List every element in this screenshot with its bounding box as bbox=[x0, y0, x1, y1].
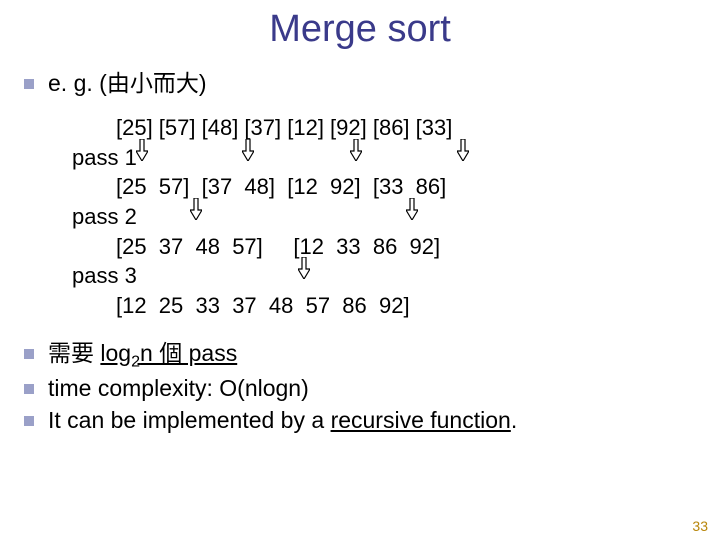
recursive-post: . bbox=[511, 407, 517, 433]
pass-3-label: pass 3 bbox=[72, 261, 702, 291]
slide-body: e. g. (由小而大) [25] [57] [48] [37] [12] [9… bbox=[0, 51, 720, 436]
square-bullet-icon bbox=[24, 349, 34, 359]
need-log: log bbox=[100, 340, 131, 366]
down-arrow-icon bbox=[298, 257, 310, 279]
bullet-complexity: time complexity: O(nlogn) bbox=[24, 374, 702, 404]
square-bullet-icon bbox=[24, 416, 34, 426]
bullet-complexity-text: time complexity: O(nlogn) bbox=[48, 374, 309, 404]
down-arrow-icon bbox=[457, 139, 469, 161]
example-line-0: [25] [57] [48] [37] [12] [92] [86] [33] bbox=[116, 113, 702, 143]
square-bullet-icon bbox=[24, 384, 34, 394]
need-underlined: log2n 個 pass bbox=[100, 340, 237, 366]
eg-suffix: ) bbox=[199, 70, 207, 96]
bullet-eg: e. g. (由小而大) bbox=[24, 69, 702, 99]
bottom-bullets: 需要 log2n 個 pass time complexity: O(nlogn… bbox=[24, 339, 702, 436]
square-bullet-icon bbox=[24, 79, 34, 89]
slide: Merge sort e. g. (由小而大) [25] [57] [48] [… bbox=[0, 0, 720, 540]
page-number: 33 bbox=[692, 518, 708, 534]
down-arrow-icon bbox=[406, 198, 418, 220]
down-arrow-icon bbox=[350, 139, 362, 161]
example-line-2: [25 37 48 57] [12 33 86 92] bbox=[116, 232, 702, 262]
pass-2-label: pass 2 bbox=[72, 202, 702, 232]
bullet-eg-text: e. g. (由小而大) bbox=[48, 69, 206, 99]
bullet-recursive: It can be implemented by a recursive fun… bbox=[24, 406, 702, 436]
example-line-3: [12 25 33 37 48 57 86 92] bbox=[116, 291, 702, 321]
need-rest: n 個 pass bbox=[140, 340, 237, 366]
bullet-need-text: 需要 log2n 個 pass bbox=[48, 339, 237, 373]
recursive-underlined: recursive function bbox=[331, 407, 511, 433]
need-zh: 需要 bbox=[48, 340, 100, 366]
pass-1-label: pass 1 bbox=[72, 143, 702, 173]
down-arrow-icon bbox=[136, 139, 148, 161]
slide-title: Merge sort bbox=[0, 0, 720, 51]
eg-zh: 由小而大 bbox=[107, 70, 199, 96]
recursive-pre: It can be implemented by a bbox=[48, 407, 331, 433]
eg-prefix: e. g. ( bbox=[48, 70, 107, 96]
down-arrow-icon bbox=[190, 198, 202, 220]
down-arrow-icon bbox=[242, 139, 254, 161]
need-sub: 2 bbox=[131, 352, 140, 370]
merge-example: [25] [57] [48] [37] [12] [92] [86] [33] … bbox=[72, 113, 702, 321]
bullet-recursive-text: It can be implemented by a recursive fun… bbox=[48, 406, 517, 436]
bullet-need: 需要 log2n 個 pass bbox=[24, 339, 702, 373]
